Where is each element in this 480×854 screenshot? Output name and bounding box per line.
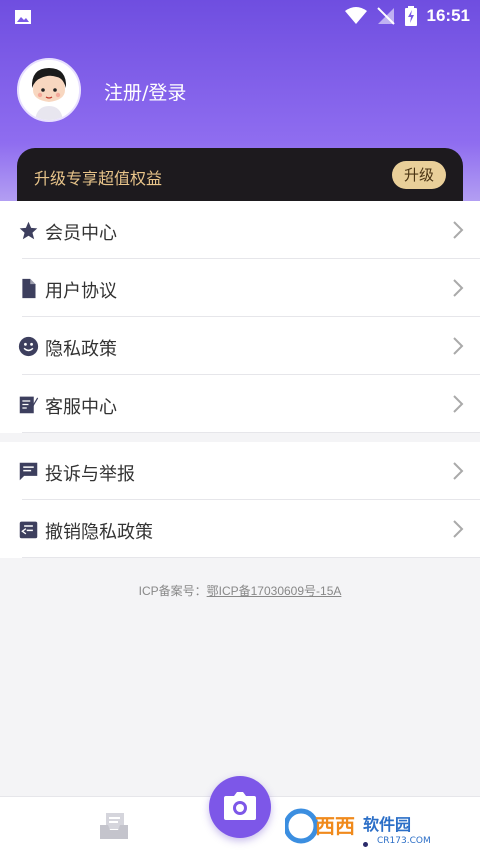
battery-charging-icon	[404, 6, 417, 26]
menu-item-user-agreement[interactable]: 用户协议	[0, 259, 480, 317]
menu-item-label: 会员中心	[45, 223, 117, 244]
menu-item-label: 隐私政策	[45, 339, 117, 360]
smiley-icon	[18, 336, 39, 357]
icp-prefix: ICP备案号：	[138, 584, 207, 598]
chat-icon	[19, 462, 38, 481]
chevron-right-icon	[453, 520, 464, 538]
watermark-logo: 西西 软件园 CR173.COM	[283, 806, 465, 846]
vip-promo-text: 升级专享超值权益	[34, 169, 163, 188]
vip-upgrade-card[interactable]: 升级专享超值权益 升级	[17, 148, 463, 208]
svg-text:西西: 西西	[315, 814, 355, 838]
menu-item-member-center[interactable]: 会员中心	[0, 201, 480, 259]
active-tab-indicator	[363, 842, 368, 847]
avatar[interactable]	[17, 58, 81, 122]
document-icon	[22, 278, 36, 299]
camera-button[interactable]	[209, 776, 271, 838]
icp-record: ICP备案号：鄂ICP备17030609号-15A	[0, 582, 480, 599]
login-register-link[interactable]: 注册/登录	[104, 78, 186, 105]
menu-item-label: 用户协议	[45, 281, 117, 302]
upgrade-button[interactable]: 升级	[392, 161, 446, 189]
wifi-icon	[344, 7, 367, 24]
edit-note-icon	[19, 396, 39, 414]
status-bar: 16:51	[0, 0, 480, 34]
svg-text:CR173.COM: CR173.COM	[377, 836, 431, 846]
revoke-icon	[19, 521, 38, 539]
image-icon	[15, 10, 31, 24]
inbox-icon[interactable]	[98, 811, 130, 841]
menu-group-secondary: 投诉与举报 撤销隐私政策	[0, 442, 480, 558]
chevron-right-icon	[453, 221, 464, 239]
menu-item-customer-service[interactable]: 客服中心	[0, 375, 480, 433]
chevron-right-icon	[453, 395, 464, 413]
menu-item-label: 客服中心	[45, 397, 117, 418]
svg-text:软件园: 软件园	[363, 815, 411, 834]
no-signal-icon	[376, 7, 395, 25]
menu-item-label: 投诉与举报	[45, 464, 135, 485]
menu-item-revoke-privacy[interactable]: 撤销隐私政策	[0, 500, 480, 558]
menu-group-main: 会员中心 用户协议 隐私政策 客服中心	[0, 201, 480, 433]
camera-icon	[224, 792, 256, 820]
icp-number-link[interactable]: 鄂ICP备17030609号-15A	[207, 584, 342, 598]
chevron-right-icon	[453, 462, 464, 480]
menu-item-privacy-policy[interactable]: 隐私政策	[0, 317, 480, 375]
menu-item-complaint-report[interactable]: 投诉与举报	[0, 442, 480, 500]
status-time: 16:51	[426, 6, 470, 25]
chevron-right-icon	[453, 279, 464, 297]
chevron-right-icon	[453, 337, 464, 355]
star-icon	[19, 221, 38, 240]
avatar-icon	[19, 60, 79, 120]
menu-item-label: 撤销隐私政策	[45, 522, 153, 543]
